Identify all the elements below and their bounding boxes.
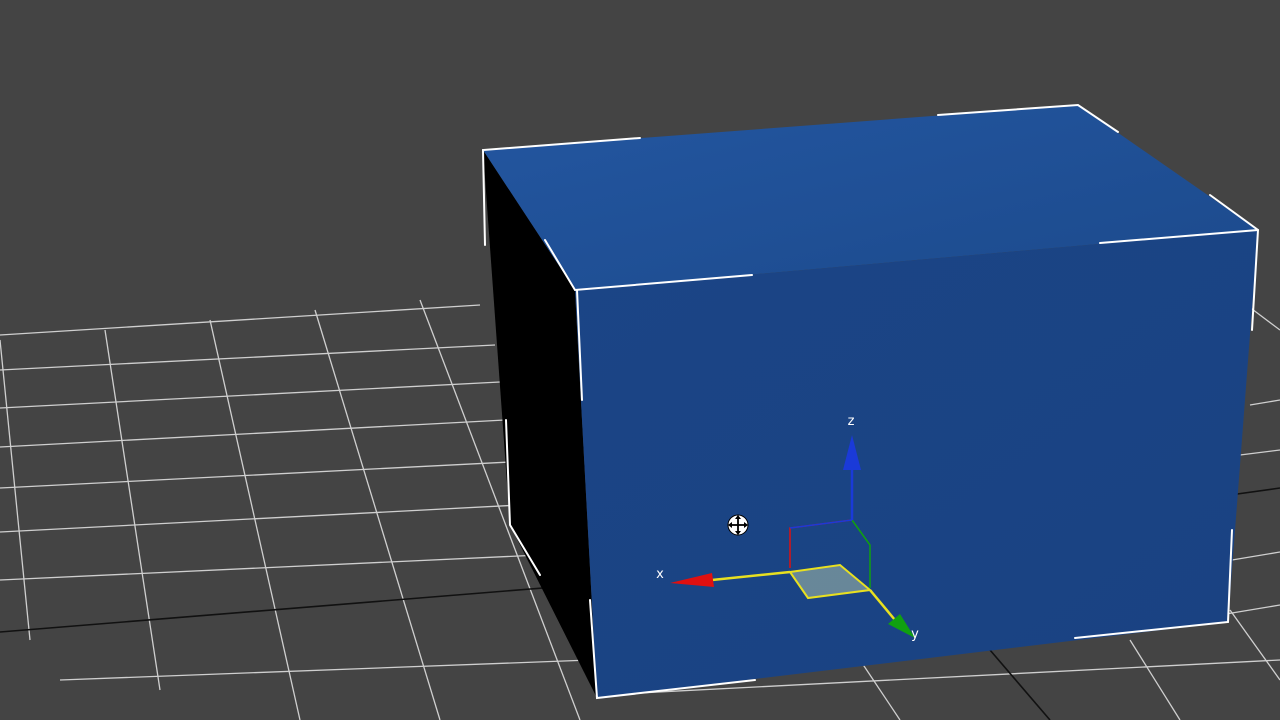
grid-line <box>59 659 591 681</box>
grid-line <box>1229 609 1280 681</box>
world-x-axis <box>0 584 581 633</box>
grid-line <box>104 329 161 691</box>
grid-line <box>0 554 541 581</box>
viewport-scene[interactable]: z x y <box>0 0 1280 720</box>
grid-line <box>1249 399 1280 406</box>
z-axis-label: z <box>848 414 855 429</box>
grid-line <box>0 339 31 641</box>
world-y-axis <box>989 649 1051 720</box>
grid-line <box>1239 449 1280 456</box>
selected-box[interactable] <box>481 103 1260 700</box>
grid-line <box>0 344 496 371</box>
y-axis-label: y <box>911 627 919 642</box>
grid-line <box>1129 639 1181 720</box>
move-cursor-icon <box>727 514 749 536</box>
grid-line <box>0 419 506 448</box>
x-axis-label: x <box>656 567 664 582</box>
grid-line <box>0 461 511 489</box>
grid-line <box>859 659 901 720</box>
3d-viewport[interactable]: z x y <box>0 0 1280 720</box>
grid-line <box>0 304 481 336</box>
grid-line <box>0 381 501 409</box>
grid-line <box>0 504 521 533</box>
grid-line <box>1231 551 1280 561</box>
